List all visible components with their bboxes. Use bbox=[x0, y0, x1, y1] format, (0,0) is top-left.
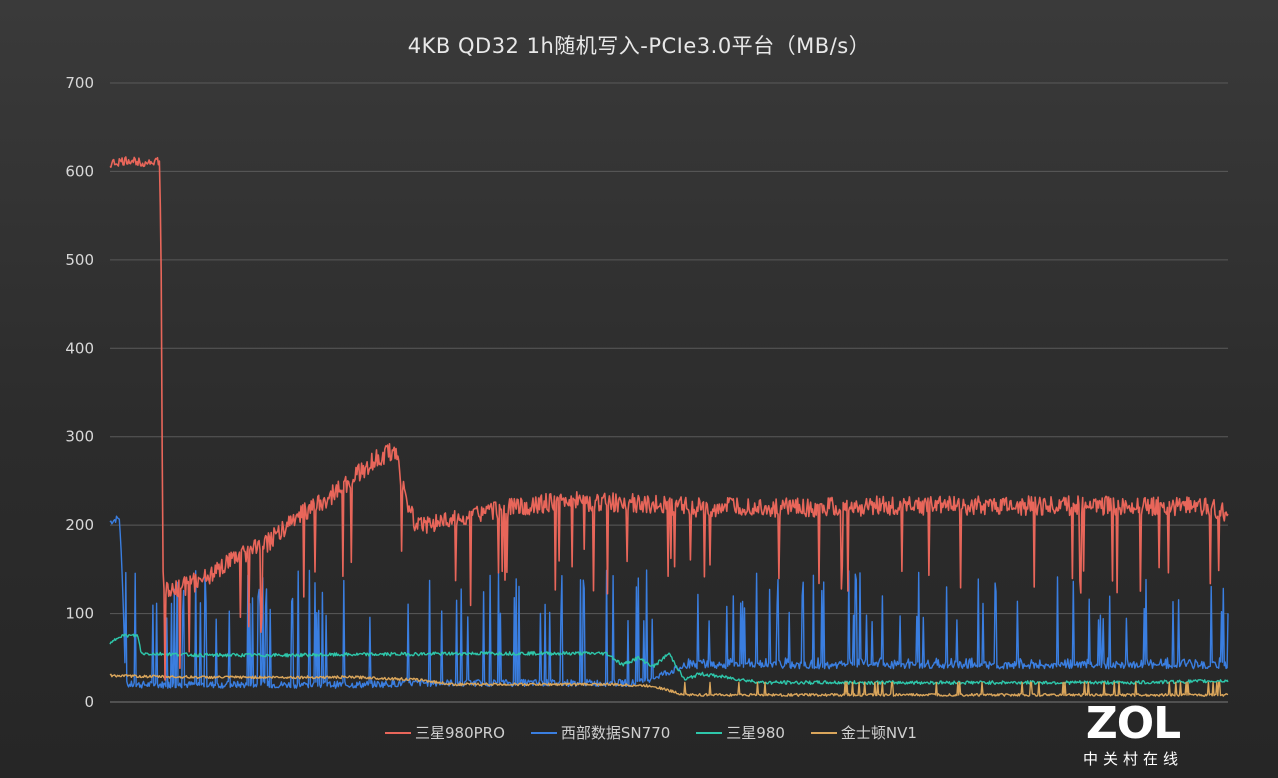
y-tick-label: 700 bbox=[65, 74, 94, 92]
legend-item: 三星980PRO bbox=[385, 722, 505, 743]
series-line bbox=[109, 673, 1229, 697]
y-tick-label: 100 bbox=[65, 605, 94, 623]
legend-label: 金士顿NV1 bbox=[840, 724, 917, 742]
zol-logo: ZOL 中关村在线 bbox=[1068, 702, 1198, 769]
chart-canvas: 4KB QD32 1h随机写入-PCIe3.0平台（MB/s） 0 100 200 3… bbox=[0, 0, 1278, 778]
legend-item: 西部数据SN770 bbox=[530, 722, 671, 743]
logo-subtitle: 中关村在线 bbox=[1082, 750, 1183, 768]
y-tick-label: 400 bbox=[65, 339, 94, 357]
legend-swatch bbox=[810, 731, 837, 734]
legend-item: 三星980 bbox=[696, 722, 785, 743]
legend-label: 三星980PRO bbox=[415, 724, 505, 742]
y-tick-label: 0 bbox=[84, 693, 94, 711]
logo-wordmark: ZOL bbox=[1085, 698, 1181, 749]
legend-label: 西部数据SN770 bbox=[560, 724, 671, 742]
legend: 三星980PRO 西部数据SN770 三星980 金士顿NV1 bbox=[385, 722, 917, 743]
legend-swatch bbox=[530, 731, 557, 734]
y-tick-label: 600 bbox=[65, 162, 94, 180]
legend-swatch bbox=[696, 731, 723, 734]
series-line bbox=[109, 156, 1229, 681]
y-tick-label: 300 bbox=[65, 428, 94, 446]
y-tick-label: 500 bbox=[65, 251, 94, 269]
y-tick-label: 200 bbox=[65, 516, 94, 534]
legend-swatch bbox=[385, 731, 411, 734]
legend-label: 三星980 bbox=[726, 724, 785, 742]
plot-area: 0 100 200 300 400 500 600 700 bbox=[65, 74, 1229, 711]
legend-item: 金士顿NV1 bbox=[810, 722, 917, 743]
